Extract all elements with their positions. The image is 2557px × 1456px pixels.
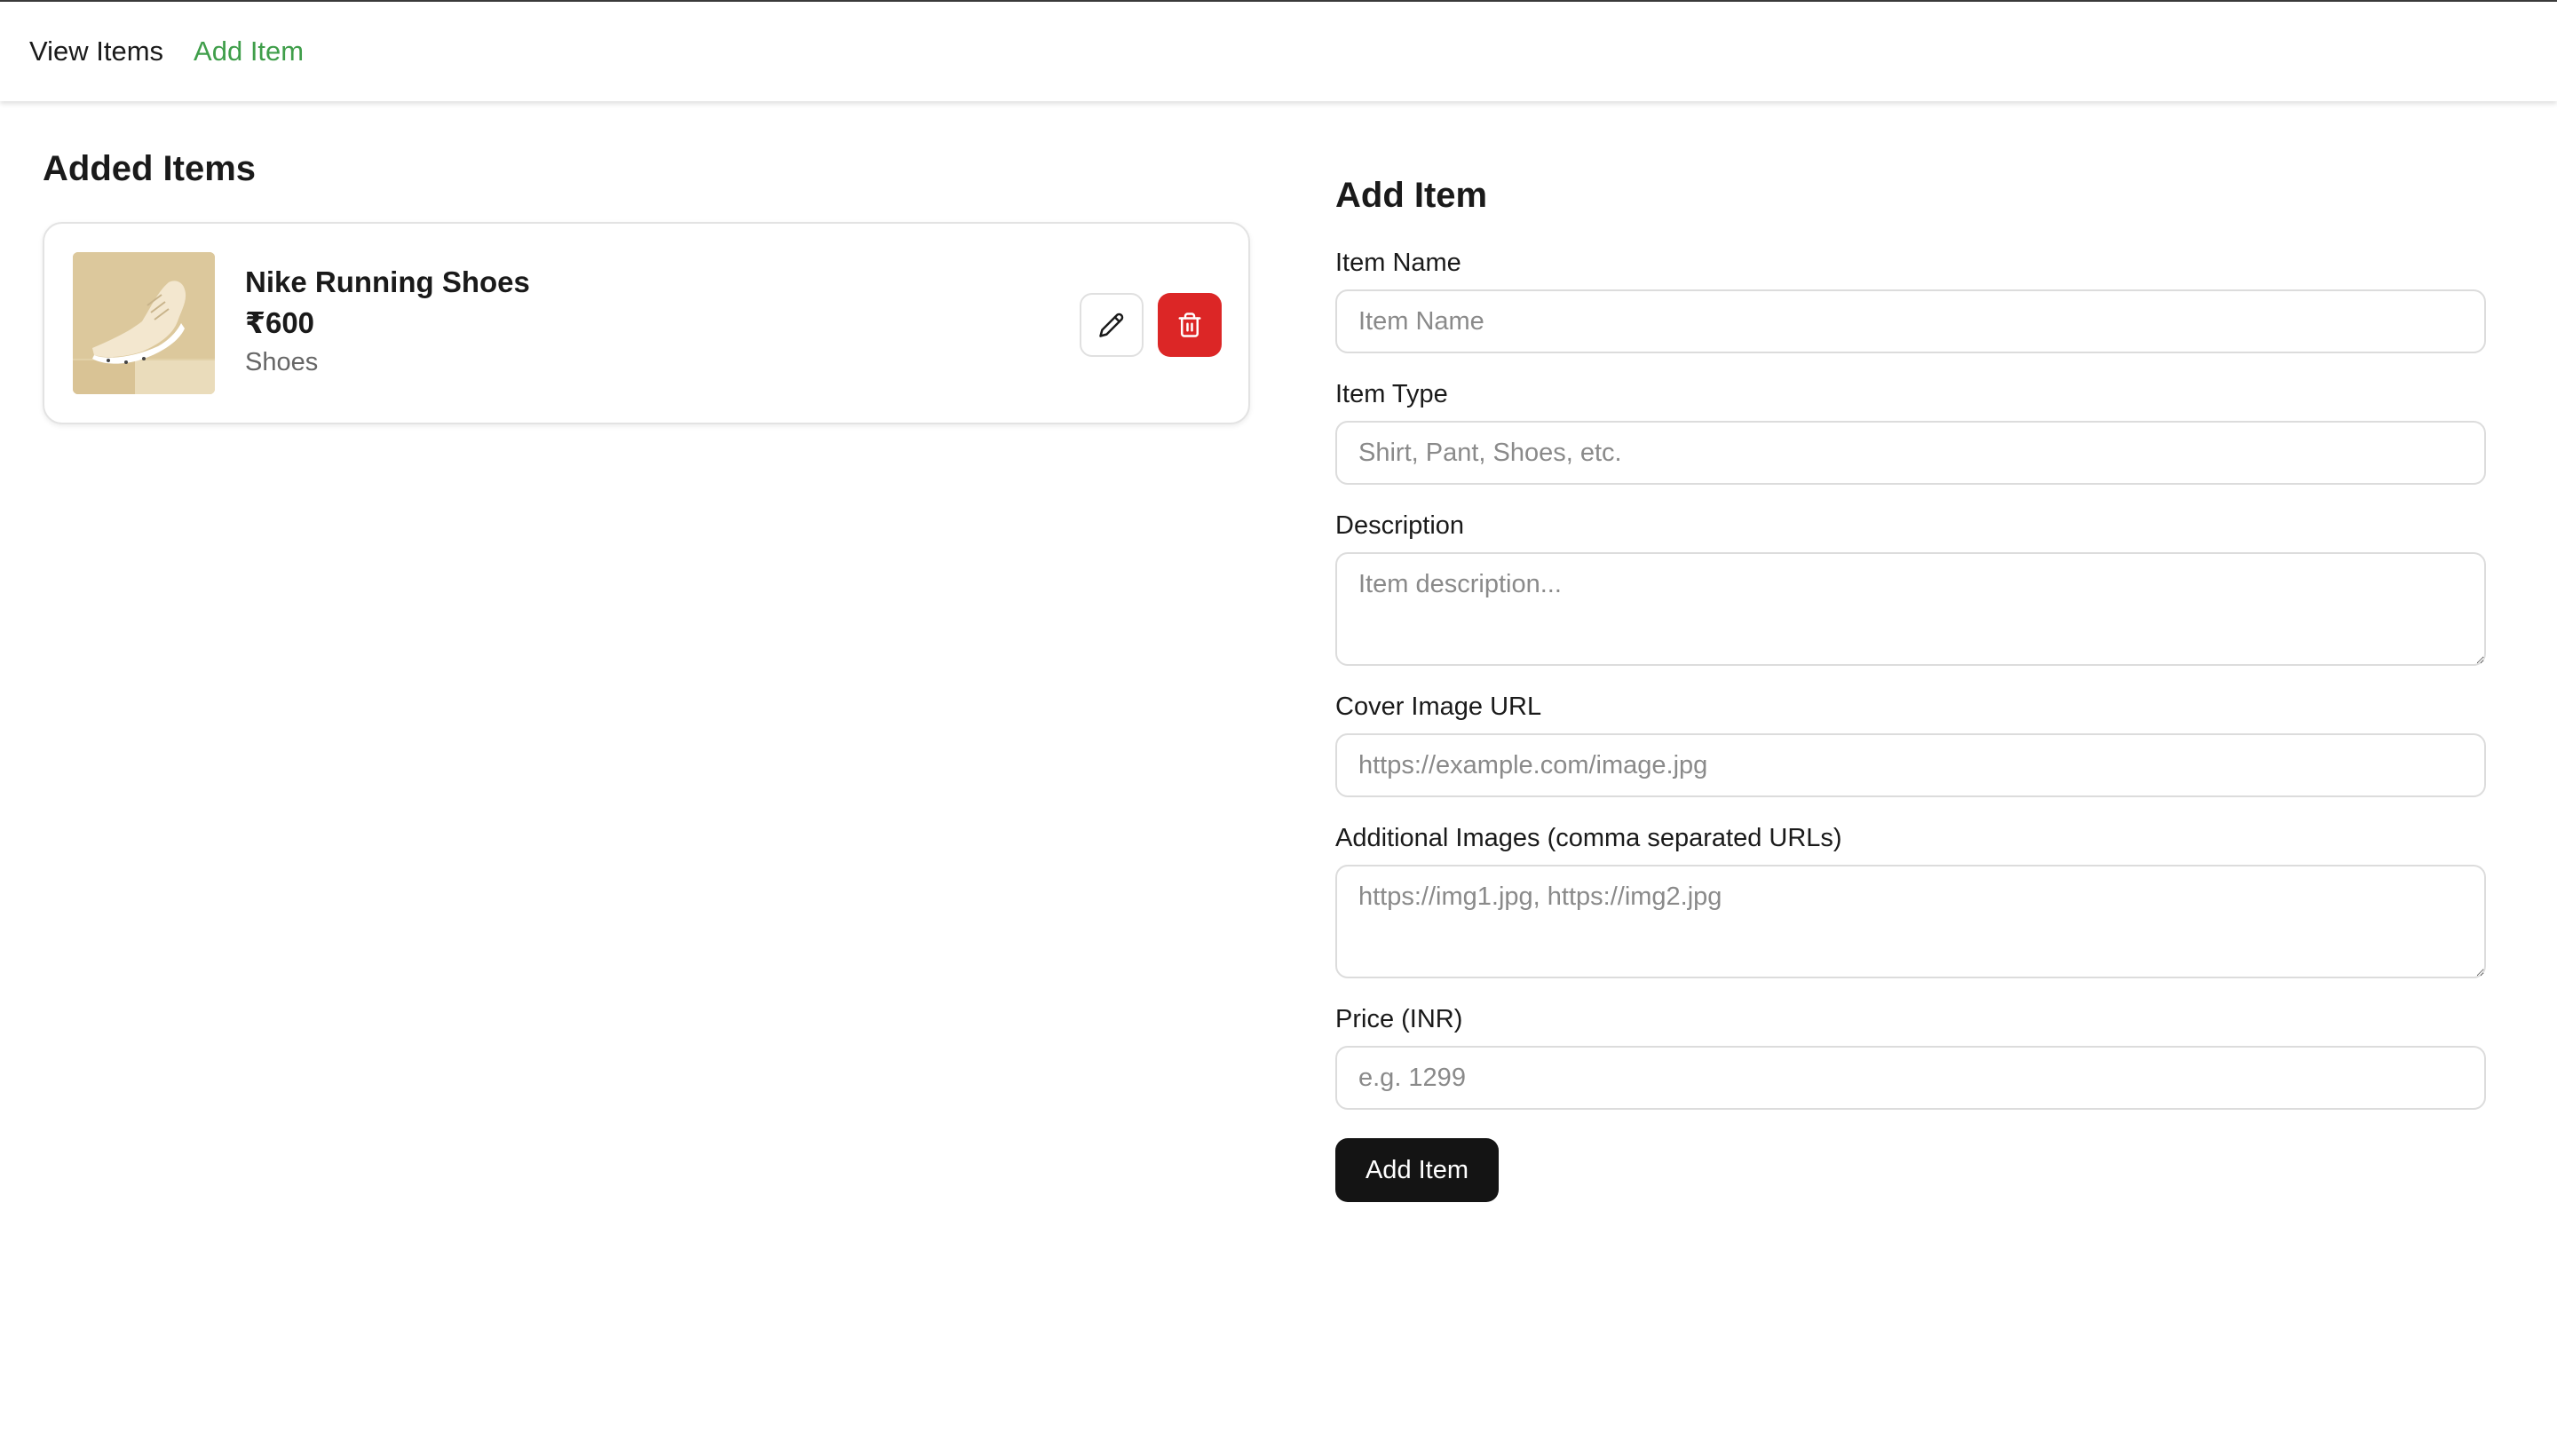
additional-images-textarea[interactable] — [1335, 865, 2486, 978]
additional-images-label: Additional Images (comma separated URLs) — [1335, 824, 1842, 852]
trash-icon — [1178, 313, 1201, 337]
description-label: Description — [1335, 511, 1465, 540]
add-item-form: Add Item Item Name Item Type Description… — [1335, 169, 2486, 1202]
price-label: Price (INR) — [1335, 1005, 1463, 1033]
item-info: Nike Running Shoes ₹600 Shoes — [245, 263, 530, 380]
shoe-thumbnail-image — [73, 252, 215, 394]
item-card: Nike Running Shoes ₹600 Shoes — [43, 222, 1250, 424]
item-type: Shoes — [245, 348, 319, 376]
price-input[interactable] — [1335, 1046, 2486, 1110]
item-name-label: Item Name — [1335, 249, 1461, 277]
edit-item-button[interactable] — [1080, 293, 1144, 357]
form-title: Add Item — [1335, 176, 1488, 215]
cover-image-input[interactable] — [1335, 733, 2486, 797]
item-name: Nike Running Shoes — [245, 265, 530, 298]
add-item-submit-button[interactable]: Add Item — [1335, 1138, 1499, 1202]
added-items-title: Added Items — [43, 149, 257, 188]
item-type-input[interactable] — [1335, 421, 2486, 485]
pencil-icon — [1099, 313, 1124, 337]
item-name-input[interactable] — [1335, 289, 2486, 353]
shoe-thumbnail-icon — [73, 252, 215, 394]
nav-view-items[interactable]: View Items — [29, 36, 163, 67]
item-price: ₹600 — [245, 306, 315, 339]
added-items-section: Added Items Nike Running Shoes ₹600 Shoe… — [43, 142, 1250, 424]
delete-item-button[interactable] — [1158, 293, 1222, 357]
item-type-label: Item Type — [1335, 380, 1448, 408]
top-navbar: View Items Add Item — [0, 0, 2557, 101]
cover-image-label: Cover Image URL — [1335, 692, 1542, 721]
description-textarea[interactable] — [1335, 552, 2486, 666]
nav-add-item[interactable]: Add Item — [194, 36, 304, 67]
